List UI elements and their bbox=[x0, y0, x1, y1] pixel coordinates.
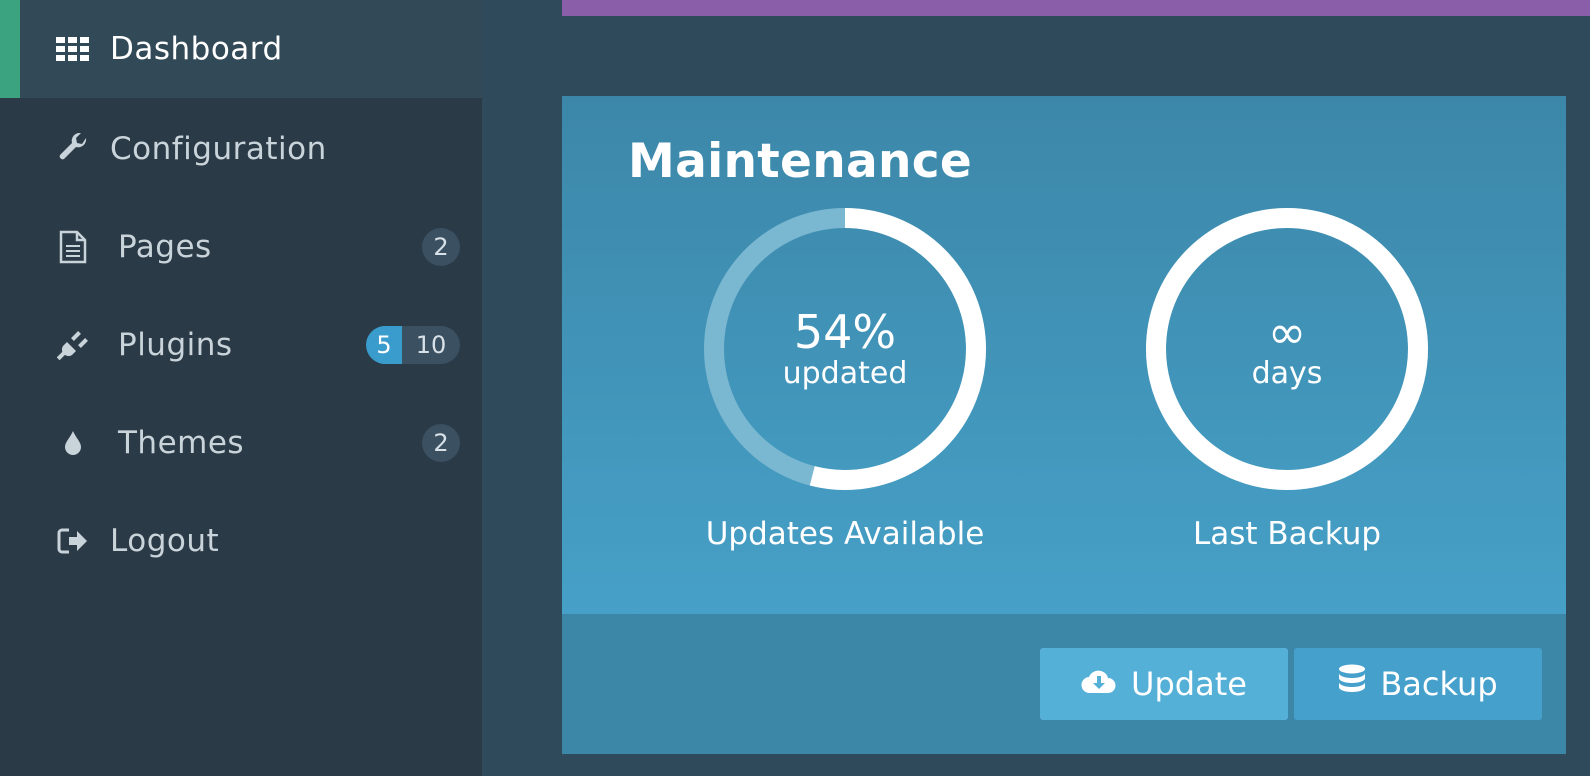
active-indicator bbox=[0, 0, 20, 98]
droplet-icon bbox=[56, 426, 90, 460]
plugins-updates-count: 5 bbox=[366, 326, 402, 364]
cloud-download-icon bbox=[1081, 665, 1117, 703]
updates-ring: 54% updated bbox=[704, 208, 986, 490]
backup-button-label: Backup bbox=[1380, 665, 1498, 703]
backup-unit: days bbox=[1251, 356, 1323, 391]
sidebar-item-label: Pages bbox=[118, 229, 212, 265]
sidebar: Dashboard Configuration Pages 2 Plugins … bbox=[0, 0, 482, 776]
sidebar-item-label: Plugins bbox=[118, 327, 233, 363]
sidebar-item-dashboard[interactable]: Dashboard bbox=[0, 0, 482, 98]
wrench-icon bbox=[56, 132, 90, 166]
sidebar-item-label: Logout bbox=[110, 523, 220, 559]
top-accent-bar bbox=[562, 0, 1590, 16]
themes-count-badge: 2 bbox=[422, 424, 460, 462]
plug-icon bbox=[56, 328, 90, 362]
sidebar-item-label: Configuration bbox=[110, 131, 327, 167]
backup-value: ∞ bbox=[1267, 305, 1307, 359]
backup-button[interactable]: Backup bbox=[1294, 648, 1542, 720]
grid-icon bbox=[56, 32, 90, 66]
sidebar-item-label: Dashboard bbox=[110, 31, 283, 67]
sidebar-item-configuration[interactable]: Configuration bbox=[0, 100, 482, 198]
sidebar-item-themes[interactable]: Themes 2 bbox=[0, 394, 482, 492]
panel-title: Maintenance bbox=[628, 134, 973, 189]
updates-percent: 54% bbox=[793, 305, 897, 359]
sidebar-item-plugins[interactable]: Plugins 5 10 bbox=[0, 296, 482, 394]
sidebar-item-label: Themes bbox=[118, 425, 245, 461]
document-icon bbox=[56, 230, 90, 264]
maintenance-panel-body: Maintenance 54% updated Updates Availabl… bbox=[562, 96, 1566, 614]
sidebar-item-pages[interactable]: Pages 2 bbox=[0, 198, 482, 296]
updates-caption: Updates Available bbox=[705, 516, 985, 552]
database-icon bbox=[1338, 664, 1366, 704]
backup-caption: Last Backup bbox=[1192, 516, 1382, 552]
logout-icon bbox=[56, 524, 90, 558]
pages-count-badge: 2 bbox=[422, 228, 460, 266]
maintenance-panel: Maintenance 54% updated Updates Availabl… bbox=[562, 96, 1566, 754]
update-button-label: Update bbox=[1131, 665, 1247, 703]
updates-unit: updated bbox=[782, 356, 908, 391]
backup-ring: ∞ days bbox=[1146, 208, 1428, 490]
update-button[interactable]: Update bbox=[1040, 648, 1288, 720]
plugins-count-badge: 5 10 bbox=[366, 326, 460, 364]
sidebar-item-logout[interactable]: Logout bbox=[0, 492, 482, 590]
plugins-total-count: 10 bbox=[402, 326, 460, 364]
